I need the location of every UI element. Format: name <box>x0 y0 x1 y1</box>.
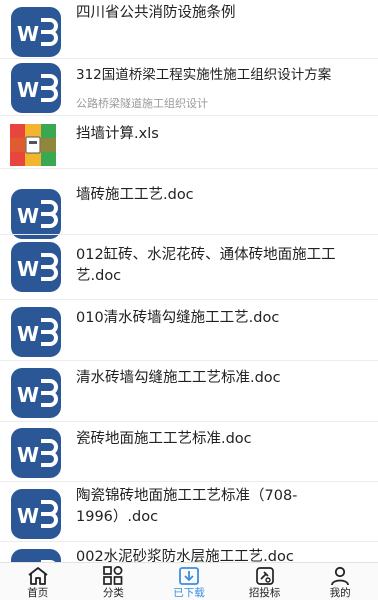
word-doc-icon: W <box>10 62 62 114</box>
tab-label: 招投标 <box>248 587 281 599</box>
tab-label: 已下载 <box>173 587 205 599</box>
word-doc-icon: W <box>10 427 62 479</box>
svg-text:W: W <box>17 204 39 228</box>
download-icon <box>178 566 200 586</box>
svg-text:W: W <box>17 257 39 281</box>
file-title: 012缸砖、水泥花砖、通体砖地面施工工艺.doc <box>76 247 336 284</box>
tab-category[interactable]: 分类 <box>76 563 152 600</box>
svg-text:W: W <box>17 322 39 346</box>
svg-text:W: W <box>17 78 39 102</box>
file-item[interactable]: W 陶瓷锦砖地面施工工艺标准（708-1996）.doc <box>0 482 378 540</box>
word-doc-icon: W <box>10 488 62 540</box>
file-item[interactable]: W 清水砖墙勾缝施工工艺标准.doc <box>0 361 378 421</box>
file-item[interactable]: W 瓷砖地面施工工艺标准.doc <box>0 422 378 480</box>
home-icon <box>27 566 49 586</box>
file-subtitle: 公路桥梁隧道施工组织设计 <box>76 97 208 110</box>
svg-text:W: W <box>17 22 39 46</box>
word-doc-icon: W <box>10 241 62 293</box>
file-item[interactable]: W 002水泥砂浆防水层施工工艺.doc <box>0 542 378 562</box>
word-doc-icon: W <box>10 306 62 358</box>
file-item[interactable]: W 312国道桥梁工程实施性施工组织设计方案 公路桥梁隧道施工组织设计 <box>0 59 378 115</box>
bidding-icon <box>254 566 276 586</box>
word-doc-icon: W <box>10 367 62 419</box>
file-title: 瓷砖地面施工工艺标准.doc <box>76 431 252 447</box>
tab-home[interactable]: 首页 <box>0 563 76 600</box>
tab-bidding[interactable]: 招投标 <box>227 563 303 600</box>
file-title: 清水砖墙勾缝施工工艺标准.doc <box>76 370 281 386</box>
file-title: 四川省公共消防设施条例 <box>76 5 236 21</box>
tab-label: 首页 <box>27 587 49 599</box>
file-item[interactable]: 挡墙计算.xls <box>0 116 378 168</box>
svg-text:W: W <box>17 504 39 528</box>
profile-icon <box>329 566 351 586</box>
bottom-tab-bar: 首页 分类 已下载 招投标 我的 <box>0 562 378 600</box>
file-title: 010清水砖墙勾缝施工工艺.doc <box>76 310 280 326</box>
file-title: 312国道桥梁工程实施性施工组织设计方案 <box>76 67 332 83</box>
category-grid-icon <box>102 566 124 586</box>
svg-text:W: W <box>17 443 39 467</box>
file-item[interactable]: W 四川省公共消防设施条例 <box>0 0 378 58</box>
file-title: 墙砖施工工艺.doc <box>76 187 194 203</box>
word-doc-icon: W <box>10 188 62 240</box>
word-doc-icon: W <box>10 548 62 562</box>
svg-text:W: W <box>17 383 39 407</box>
file-item[interactable]: W 010清水砖墙勾缝施工工艺.doc <box>0 300 378 360</box>
file-title: 挡墙计算.xls <box>76 126 159 142</box>
file-item[interactable]: W 墙砖施工工艺.doc <box>0 169 378 239</box>
file-title: 陶瓷锦砖地面施工工艺标准（708-1996）.doc <box>76 488 298 525</box>
tab-label: 分类 <box>102 587 124 599</box>
file-item[interactable]: W 012缸砖、水泥花砖、通体砖地面施工工艺.doc <box>0 235 378 299</box>
word-doc-icon: W <box>10 6 62 58</box>
downloaded-file-list: W 四川省公共消防设施条例 W 312国道桥梁工程实施性施工组织设计方案 公路桥… <box>0 0 378 562</box>
tab-downloaded[interactable]: 已下载 <box>151 563 227 600</box>
tab-label: 我的 <box>329 587 351 599</box>
tab-profile[interactable]: 我的 <box>302 563 378 600</box>
file-title: 002水泥砂浆防水层施工工艺.doc <box>76 549 294 562</box>
